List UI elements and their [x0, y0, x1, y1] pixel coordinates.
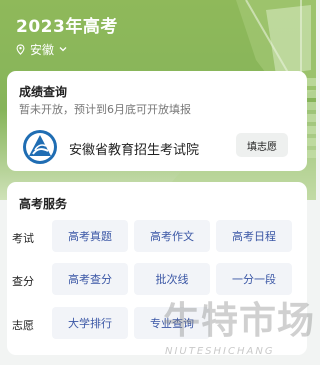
exam-services-title: 高考服务 — [19, 197, 68, 211]
score-query-notice: 暂未开放，预计到6月底可开放填报 — [19, 103, 191, 116]
row-label-score: 查分 — [12, 275, 34, 288]
batch-line-button[interactable]: 批次线 — [134, 263, 210, 295]
row-label-exam: 考试 — [12, 232, 34, 245]
score-query-title: 成绩查询 — [19, 85, 68, 99]
exam-schedule-button[interactable]: 高考日程 — [216, 220, 292, 252]
fill-application-button[interactable]: 填志愿 — [236, 133, 288, 157]
institution-name[interactable]: 安徽省教育招生考试院 — [69, 139, 199, 158]
location-label: 安徽 — [30, 42, 55, 57]
page-title: 2023年高考 — [16, 17, 118, 37]
score-lookup-button[interactable]: 高考查分 — [52, 263, 128, 295]
chevron-down-icon — [59, 47, 67, 52]
location-pin-icon — [16, 43, 25, 55]
score-rank-table-button[interactable]: 一分一段 — [216, 263, 292, 295]
row-label-application: 志愿 — [12, 319, 34, 332]
exam-essay-button[interactable]: 高考作文 — [134, 220, 210, 252]
major-query-button[interactable]: 专业查询 — [134, 307, 210, 339]
location-selector[interactable]: 安徽 — [15, 40, 68, 58]
institution-logo-icon — [23, 130, 57, 164]
past-exam-papers-button[interactable]: 高考真题 — [52, 220, 128, 252]
university-ranking-button[interactable]: 大学排行 — [52, 307, 128, 339]
